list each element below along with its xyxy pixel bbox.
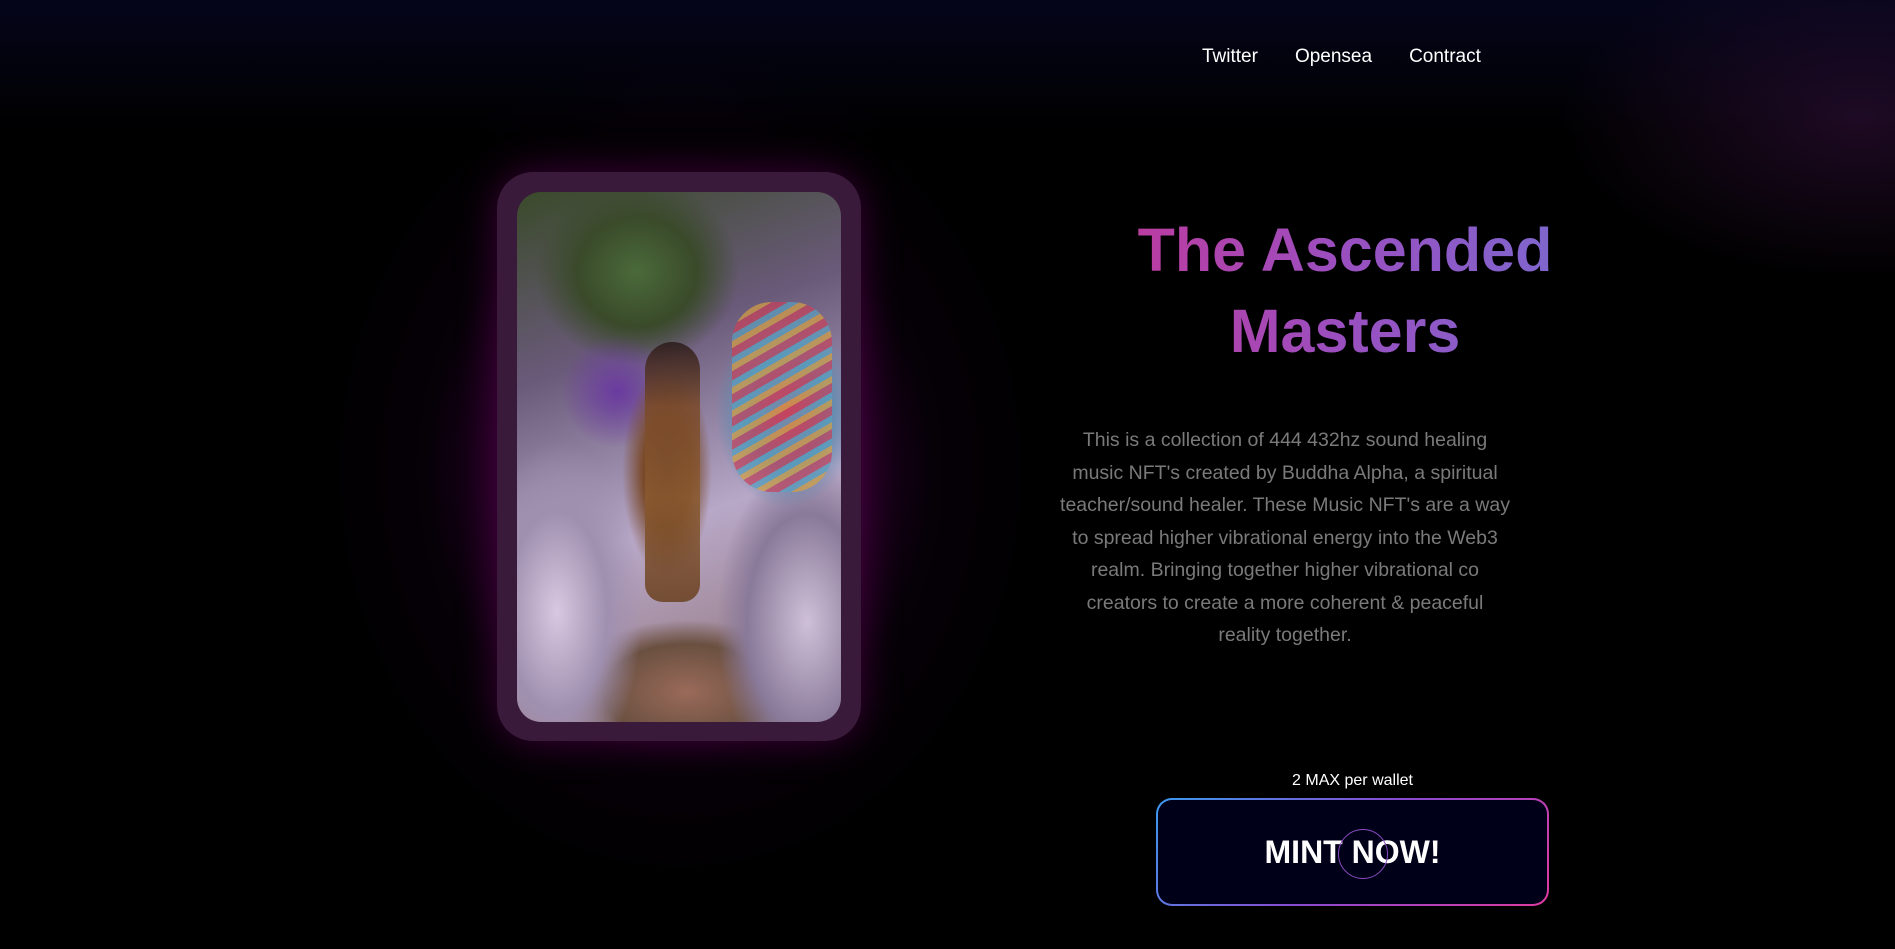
artwork-mandala-detail [732,302,832,492]
nav-link-opensea[interactable]: Opensea [1295,46,1372,68]
top-nav: Twitter Opensea Contract [1202,46,1481,68]
nft-card-frame [497,172,861,741]
nav-link-twitter[interactable]: Twitter [1202,46,1258,68]
mint-now-label: MINT NOW! [1158,800,1547,904]
collection-description: This is a collection of 444 432hz sound … [1060,429,1510,646]
nav-link-contract[interactable]: Contract [1409,46,1481,68]
collection-title: The Ascended Masters [1100,210,1590,372]
nft-artwork-image [517,192,841,722]
mint-now-button[interactable]: MINT NOW! [1156,798,1549,906]
mint-limit-text: 2 MAX per wallet [1292,772,1413,789]
page: Twitter Opensea Contract The Ascended Ma… [0,0,1895,949]
artwork-figure-detail [645,342,700,602]
